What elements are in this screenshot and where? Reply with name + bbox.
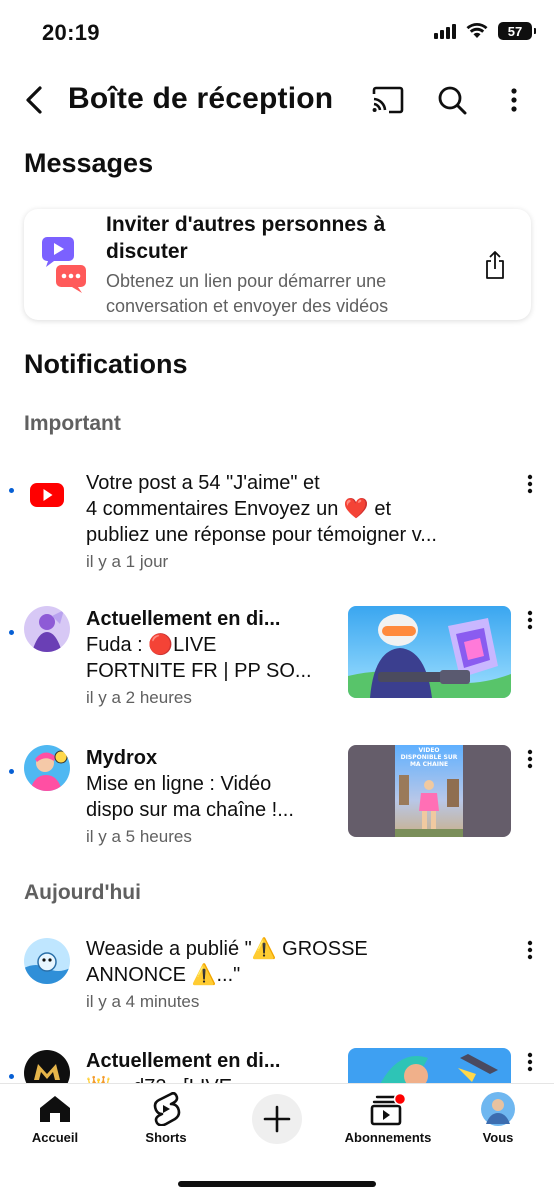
- notification-item[interactable]: Mydrox Mise en ligne : Vidéo dispo sur m…: [0, 745, 554, 855]
- invite-subtitle: Obtenez un lien pour démarrer une conver…: [106, 271, 389, 316]
- notification-item[interactable]: Votre post a 54 "J'aime" et 4 commentair…: [0, 470, 554, 580]
- notification-menu-button[interactable]: [520, 608, 540, 632]
- subscriptions-icon: [338, 1092, 438, 1126]
- nav-subscriptions-label: Abonnements: [344, 1130, 432, 1145]
- important-label: Important: [24, 412, 121, 435]
- notification-text: Votre post a 54 "J'aime" et 4 commentair…: [86, 470, 516, 573]
- notification-text: Mydrox Mise en ligne : Vidéo dispo sur m…: [86, 745, 336, 848]
- account-avatar: [448, 1092, 548, 1126]
- search-icon: [438, 86, 467, 115]
- channel-avatar[interactable]: [24, 1050, 70, 1083]
- notification-text: Weaside a publié "⚠️ GROSSE ANNONCE ⚠️..…: [86, 936, 506, 1013]
- vertical-dots-icon: [527, 940, 533, 960]
- battery-icon: 57: [498, 22, 536, 40]
- page-title: Boîte de réception: [68, 82, 334, 115]
- notification-line-2: 4 commentaires Envoyez un ❤️ et: [86, 498, 392, 520]
- notification-item[interactable]: Actuellement en di... Fuda : 🔴LIVE FORTN…: [0, 606, 554, 716]
- notification-title: Actuellement en di...: [86, 1050, 281, 1072]
- invite-title: Inviter d'autres personnes à discuter: [106, 213, 386, 263]
- shorts-icon: [116, 1092, 216, 1126]
- notification-time: il y a 1 jour: [86, 552, 169, 571]
- nav-you-label: Vous: [482, 1130, 514, 1145]
- notification-line-2: ANNONCE ⚠️...": [86, 964, 241, 986]
- cast-icon: [372, 86, 404, 114]
- home-indicator: [178, 1181, 376, 1187]
- cellular-signal-icon: [434, 23, 456, 39]
- more-options-button[interactable]: [494, 80, 534, 120]
- notification-time: il y a 2 heures: [86, 688, 192, 707]
- notification-menu-button[interactable]: [520, 938, 540, 962]
- nav-home[interactable]: Accueil: [5, 1092, 105, 1145]
- status-time: 20:19: [42, 20, 100, 45]
- today-label: Aujourd'hui: [24, 881, 141, 904]
- vertical-dots-icon: [527, 610, 533, 630]
- share-button[interactable]: [479, 247, 511, 283]
- chat-invite-icon: [42, 237, 88, 293]
- notification-line-3: FORTNITE FR | PP SO...: [86, 660, 312, 682]
- notifications-heading: Notifications: [24, 349, 188, 379]
- app-bar: Boîte de réception: [0, 70, 554, 130]
- notification-title: Actuellement en di...: [86, 608, 281, 630]
- search-button[interactable]: [432, 80, 472, 120]
- back-arrow-icon: [26, 86, 42, 114]
- notification-menu-button[interactable]: [520, 747, 540, 771]
- share-icon: [486, 251, 504, 279]
- notification-item[interactable]: Actuellement en di... 👑 ...d72...[LIVE: [0, 1048, 554, 1083]
- wifi-icon: [466, 23, 488, 38]
- status-icons: 57: [434, 22, 536, 40]
- vertical-dots-icon: [527, 749, 533, 769]
- notification-item[interactable]: Weaside a publié "⚠️ GROSSE ANNONCE ⚠️..…: [0, 936, 554, 1026]
- vertical-dots-icon: [527, 1052, 533, 1072]
- youtube-logo-icon: [24, 472, 70, 518]
- notification-title: Mydrox: [86, 747, 158, 769]
- battery-level: 57: [507, 23, 523, 39]
- unread-indicator: [9, 630, 14, 635]
- nav-subscriptions[interactable]: Abonnements: [338, 1092, 438, 1145]
- vertical-dots-icon: [527, 474, 533, 494]
- nav-shorts-label: Shorts: [145, 1130, 187, 1145]
- back-button[interactable]: [16, 80, 52, 120]
- channel-avatar[interactable]: [24, 938, 70, 984]
- plus-icon: [263, 1105, 291, 1133]
- notification-line-3: publiez une réponse pour témoigner v...: [86, 524, 437, 546]
- video-thumbnail[interactable]: VIDEO DISPONIBLE SUR MA CHAINE: [348, 745, 511, 837]
- notification-line-2: 👑 ...d72...[LIVE: [86, 1074, 336, 1083]
- create-button[interactable]: [252, 1094, 302, 1144]
- nav-you[interactable]: Vous: [448, 1092, 548, 1145]
- notification-time: il y a 4 minutes: [86, 992, 200, 1011]
- nav-shorts[interactable]: Shorts: [116, 1092, 216, 1145]
- notification-line-1: Votre post a 54 "J'aime" et: [86, 472, 320, 494]
- nav-home-label: Accueil: [31, 1130, 79, 1145]
- video-thumbnail[interactable]: [348, 606, 511, 698]
- video-thumbnail[interactable]: [348, 1048, 511, 1083]
- vertical-dots-icon: [511, 88, 517, 112]
- unread-indicator: [9, 1074, 14, 1079]
- unread-indicator: [9, 769, 14, 774]
- notification-line-1: Weaside a publié "⚠️ GROSSE: [86, 938, 368, 960]
- notification-time: il y a 5 heures: [86, 827, 192, 846]
- channel-avatar[interactable]: [24, 745, 70, 791]
- unread-indicator: [9, 488, 14, 493]
- invite-card[interactable]: Inviter d'autres personnes à discuter Ob…: [24, 209, 531, 320]
- notification-line-2: Mise en ligne : Vidéo: [86, 773, 272, 795]
- channel-avatar[interactable]: [24, 606, 70, 652]
- notification-text: Actuellement en di... Fuda : 🔴LIVE FORTN…: [86, 606, 336, 709]
- notification-menu-button[interactable]: [520, 1050, 540, 1074]
- status-bar: 20:19 57: [0, 0, 554, 62]
- messages-heading: Messages: [24, 148, 154, 178]
- cast-button[interactable]: [368, 80, 408, 120]
- home-icon: [5, 1092, 105, 1126]
- notification-line-2: Fuda : 🔴LIVE: [86, 634, 217, 656]
- notification-menu-button[interactable]: [520, 472, 540, 496]
- notification-line-3: dispo sur ma chaîne !...: [86, 799, 294, 821]
- notification-text: Actuellement en di... 👑 ...d72...[LIVE: [86, 1048, 336, 1083]
- thumbnail-image: VIDEO DISPONIBLE SUR MA CHAINE: [395, 745, 463, 837]
